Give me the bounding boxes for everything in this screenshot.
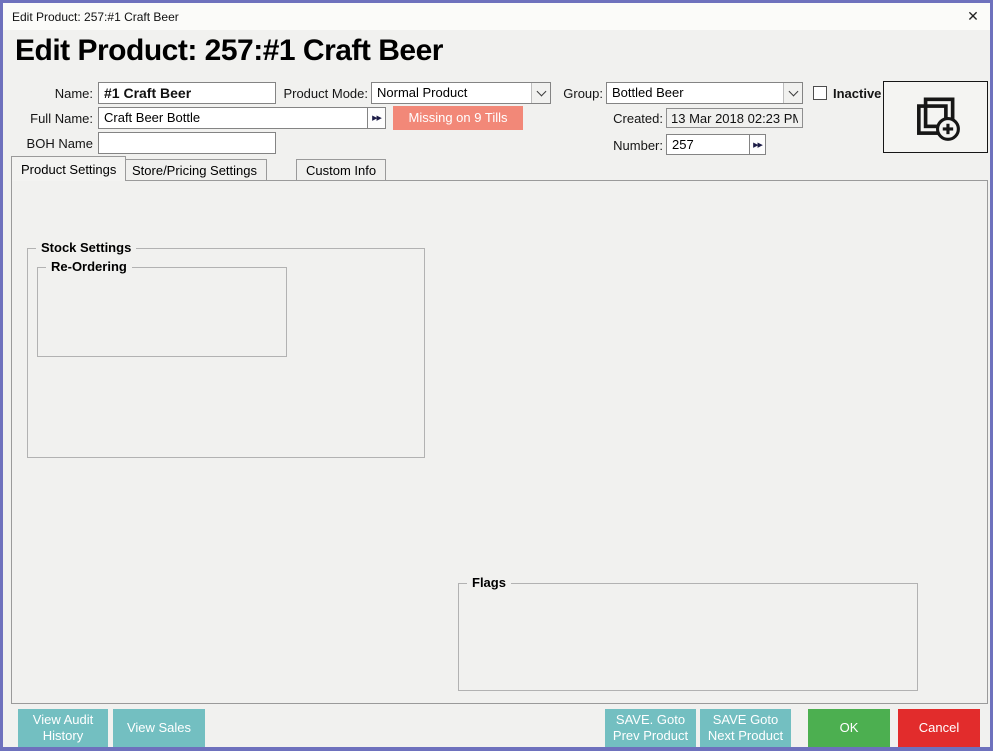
save-goto-prev-product-button[interactable]: SAVE. Goto Prev Product [605,709,696,747]
tab-store-pricing-settings[interactable]: Store/Pricing Settings [122,159,267,181]
flags-title: Flags [467,575,511,590]
add-product-image-button[interactable] [883,81,988,153]
reordering-group: Re-Ordering [37,267,287,357]
save-goto-next-product-button[interactable]: SAVE Goto Next Product [700,709,791,747]
boh-name-input[interactable] [98,132,276,154]
name-input[interactable] [98,82,276,104]
boh-name-label: BOH Name [21,136,93,151]
ok-button[interactable]: OK [808,709,890,747]
close-icon[interactable]: ✕ [956,3,990,30]
expand-full-name-icon[interactable]: ▶▶ [367,108,385,128]
view-sales-button[interactable]: View Sales [113,709,205,747]
missing-on-tills-button[interactable]: Missing on 9 Tills [393,106,523,130]
inactive-label: Inactive [833,86,881,101]
page-title: Edit Product: 257:#1 Craft Beer [15,34,443,68]
reordering-title: Re-Ordering [46,259,132,274]
created-label: Created: [591,111,663,126]
group-select[interactable]: Bottled Beer [606,82,803,104]
created-field [666,108,803,128]
title-bar: Edit Product: 257:#1 Craft Beer ✕ [3,3,990,30]
product-mode-label: Product Mode: [275,86,368,101]
full-name-label: Full Name: [21,111,93,126]
number-input[interactable]: 257 ▶▶ [666,134,766,155]
group-label: Group: [558,86,603,101]
tab-custom-info[interactable]: Custom Info [296,159,386,181]
name-label: Name: [21,86,93,101]
edit-product-dialog: Edit Product: 257:#1 Craft Beer ✕ Edit P… [0,0,993,751]
number-label: Number: [591,138,663,153]
add-screen-icon [910,91,962,143]
product-mode-select[interactable]: Normal Product [371,82,551,104]
stock-settings-title: Stock Settings [36,240,136,255]
chevron-down-icon [783,83,802,103]
inactive-checkbox[interactable] [813,86,827,100]
flags-group: Flags [458,583,918,691]
view-audit-history-button[interactable]: View Audit History [18,709,108,747]
cancel-button[interactable]: Cancel [898,709,980,747]
expand-number-icon[interactable]: ▶▶ [749,135,765,154]
full-name-input[interactable]: Craft Beer Bottle ▶▶ [98,107,386,129]
window-title: Edit Product: 257:#1 Craft Beer [12,10,179,24]
chevron-down-icon [531,83,550,103]
tab-product-settings[interactable]: Product Settings [11,156,126,181]
